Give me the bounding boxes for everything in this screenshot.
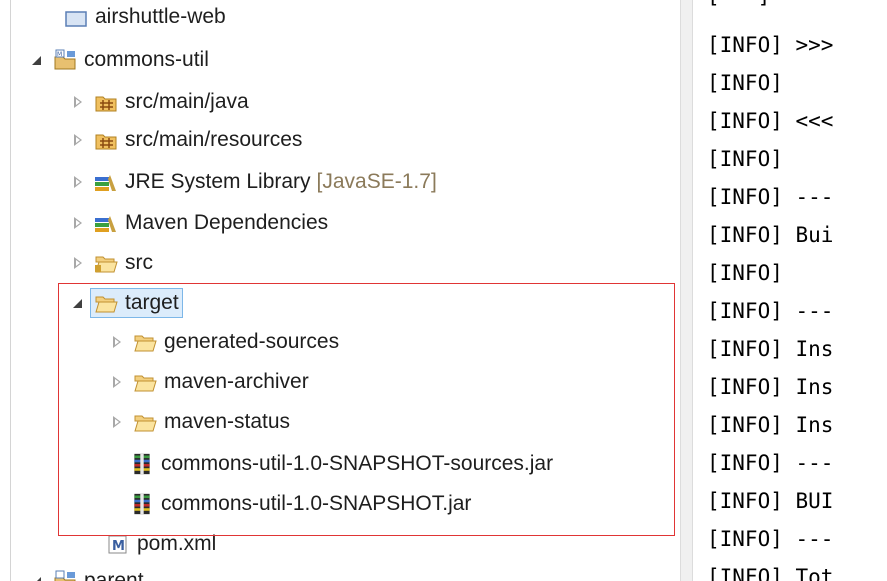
expand-toggle[interactable] [27, 570, 49, 581]
folder-icon [95, 256, 118, 273]
expand-toggle[interactable] [27, 49, 49, 71]
maven-file-icon: M [108, 535, 127, 554]
tree-item-commons-util[interactable]: M commons-util [27, 44, 209, 76]
console-line: [INFO] [707, 147, 783, 171]
jre-version-decoration: [JavaSE-1.7] [316, 170, 437, 193]
console-line: [INFO] --- [707, 527, 834, 551]
package-explorer: airshuttle-web M commons-util src/main/j… [0, 0, 680, 581]
console-line: [INFO] Ins [707, 413, 834, 437]
console-line: [INFO] <<< [707, 109, 834, 133]
expanded-arrow-icon [37, 577, 41, 581]
view-sash[interactable] [680, 0, 693, 581]
tree-item-maven-dependencies[interactable]: Maven Dependencies [68, 207, 328, 239]
expand-toggle[interactable] [68, 91, 90, 113]
source-folder-icon [95, 134, 117, 150]
console-line: [INFO] Ins [707, 337, 834, 361]
console-line-cutoff: [ ] [707, 0, 770, 12]
expand-toggle[interactable] [68, 129, 90, 151]
source-folder-icon [95, 96, 117, 112]
svg-text:M: M [57, 51, 62, 58]
expand-toggle[interactable] [68, 212, 90, 234]
tree-item-label: commons-util [84, 48, 209, 71]
tree-item-label: airshuttle-web [95, 5, 226, 28]
tree-item-src-main-java[interactable]: src/main/java [68, 86, 249, 118]
console-line: [INFO] --- [707, 185, 834, 209]
tree-item-label: JRE System Library [125, 170, 311, 193]
tree-item-label: Maven Dependencies [125, 211, 329, 234]
expanded-arrow-icon [32, 56, 41, 65]
expand-toggle[interactable] [68, 252, 90, 274]
console-line: [INFO] --- [707, 451, 834, 475]
tree-item-airshuttle-web[interactable]: airshuttle-web [38, 1, 226, 33]
console-line: [INFO] [707, 261, 783, 285]
console-line: [INFO] Tot [707, 565, 834, 581]
tree-item-src[interactable]: src [68, 247, 153, 279]
tree-item-src-main-resources[interactable]: src/main/resources [68, 124, 302, 156]
expand-toggle[interactable] [68, 171, 90, 193]
console-view[interactable]: [ ] [INFO] >>> [INFO] [INFO] <<< [INFO] … [693, 0, 887, 581]
svg-text:M: M [112, 539, 125, 554]
tree-item-label: src/main/resources [125, 128, 303, 151]
library-icon [95, 216, 116, 232]
tree-item-parent[interactable]: parent [27, 565, 144, 581]
maven-project-icon [54, 570, 76, 581]
console-line: [INFO] BUI [707, 489, 834, 513]
tree-item-label: src/main/java [125, 90, 249, 113]
console-line: [INFO] Bui [707, 223, 834, 247]
project-icon [65, 11, 87, 27]
console-line: [INFO] Ins [707, 375, 834, 399]
tree-item-label: parent [84, 569, 144, 581]
console-line: [INFO] [707, 71, 783, 95]
library-icon [95, 175, 116, 191]
explorer-left-gutter [0, 0, 11, 581]
tree-item-jre-system-library[interactable]: JRE System Library [JavaSE-1.7] [68, 166, 437, 198]
console-line: [INFO] >>> [707, 33, 834, 57]
console-line: [INFO] --- [707, 299, 834, 323]
highlight-box [58, 283, 675, 536]
tree-item-label: src [125, 251, 153, 274]
maven-project-icon: M [54, 49, 76, 70]
